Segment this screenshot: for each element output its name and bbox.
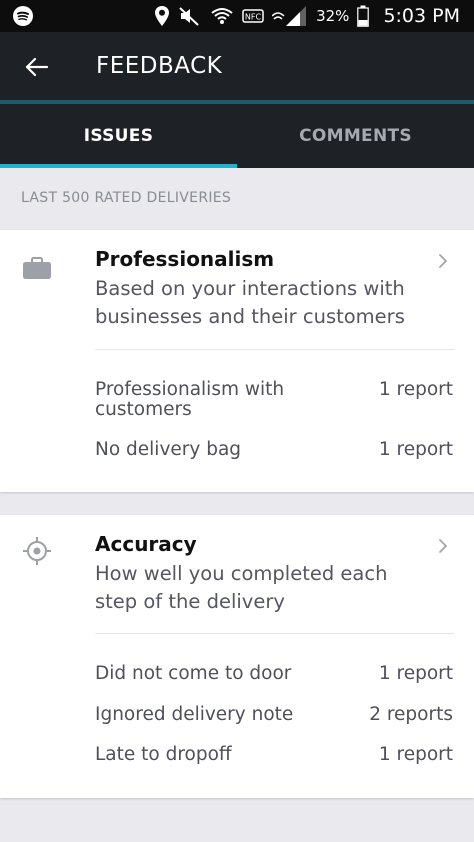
issue-count: 1 report <box>378 439 453 460</box>
issue-label: No delivery bag <box>95 439 242 460</box>
issue-row: Did not come to door 1 report <box>95 664 453 684</box>
category-card-accuracy[interactable]: Accuracy How well you completed each ste… <box>0 515 474 798</box>
category-title: Accuracy <box>95 532 197 556</box>
mute-icon <box>178 6 202 26</box>
tab-issues-label: ISSUES <box>83 126 154 146</box>
page-title: FEEDBACK <box>96 53 223 79</box>
issue-label: Ignored delivery note <box>95 704 294 725</box>
arrow-left-icon[interactable] <box>22 52 52 82</box>
issue-count: 2 reports <box>369 704 453 725</box>
issue-label: Did not come to door <box>95 663 292 684</box>
issue-row: Professionalism with customers 1 report <box>95 380 453 420</box>
category-description: Based on your interactions with business… <box>95 277 405 328</box>
divider <box>95 633 454 634</box>
spotify-icon <box>13 6 33 26</box>
battery-icon <box>357 5 370 27</box>
section-header: LAST 500 RATED DELIVERIES <box>21 190 232 206</box>
tab-issues[interactable]: ISSUES <box>0 104 237 168</box>
issue-label: Late to dropoff <box>95 744 232 765</box>
status-bar: NFC 32% 5:03 PM <box>0 0 474 32</box>
crosshair-icon <box>22 536 52 570</box>
issue-count: 1 report <box>378 379 453 400</box>
issue-row: Ignored delivery note 2 reports <box>95 705 453 725</box>
category-card-professionalism[interactable]: Professionalism Based on your interactio… <box>0 230 474 492</box>
app-bar: FEEDBACK <box>0 32 474 100</box>
chevron-right-icon[interactable] <box>438 537 448 559</box>
issue-count: 1 report <box>378 663 453 684</box>
svg-text:NFC: NFC <box>245 13 262 22</box>
divider <box>95 349 454 350</box>
issue-count: 1 report <box>378 744 453 765</box>
battery-percentage: 32% <box>316 7 350 25</box>
issue-label: Professionalism with customers <box>95 379 285 420</box>
clock: 5:03 PM <box>383 5 460 27</box>
tab-active-indicator <box>0 164 237 168</box>
chevron-right-icon[interactable] <box>438 252 448 274</box>
issue-row: Late to dropoff 1 report <box>95 745 453 765</box>
category-title: Professionalism <box>95 247 275 271</box>
nfc-icon: NFC <box>242 8 264 24</box>
location-icon <box>154 5 170 27</box>
wifi-icon <box>210 5 234 27</box>
tab-comments[interactable]: COMMENTS <box>237 104 474 168</box>
signal-icon <box>272 5 308 27</box>
tab-bar: ISSUES COMMENTS <box>0 104 474 168</box>
issue-row: No delivery bag 1 report <box>95 440 453 460</box>
tab-comments-label: COMMENTS <box>299 126 412 146</box>
briefcase-icon <box>22 255 52 285</box>
category-description: How well you completed each step of the … <box>95 562 388 613</box>
